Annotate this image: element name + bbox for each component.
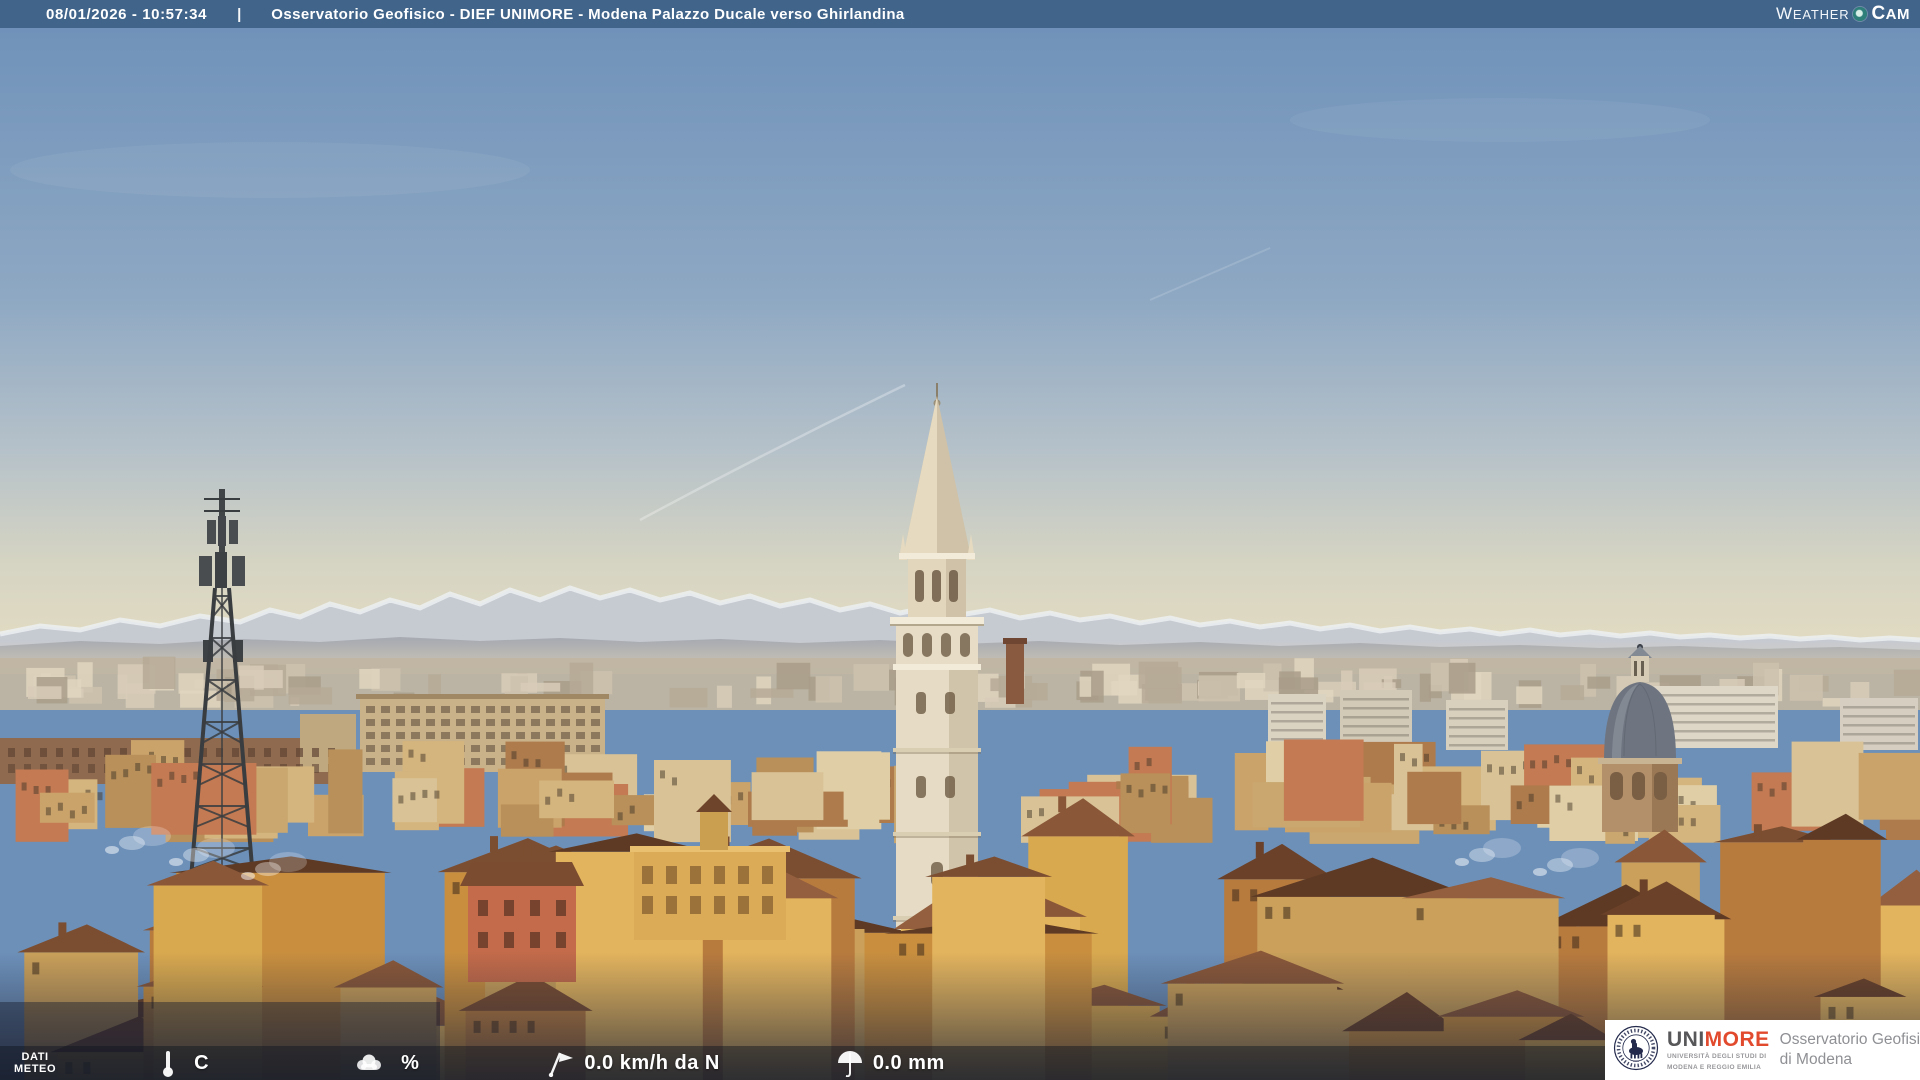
weathercam-logo-cam: CAM: [1871, 3, 1910, 24]
weathercam-logo: WEATHER CAM: [1776, 3, 1910, 25]
unimore-seal: [1613, 1025, 1659, 1076]
wind-vane-icon: [545, 1049, 575, 1077]
timestamp: 08/01/2026 - 10:57:34: [46, 5, 208, 23]
university-name-line1: UNIVERSITÀ DEGLI STUDI DI: [1667, 1052, 1767, 1060]
umbrella-icon: [836, 1049, 864, 1077]
osd-top-bar: 08/01/2026 - 10:57:34 | Osservatorio Geo…: [0, 0, 1920, 28]
unimore-wordmark-block: UNIMORE UNIVERSITÀ DEGLI STUDI DI MODENA…: [1667, 1029, 1770, 1072]
wind-readout: 0.0 km/h da N: [545, 1049, 719, 1077]
rain-value: 0.0 mm: [872, 1051, 945, 1074]
observatory-name: Osservatorio Geofisico di Modena: [1779, 1031, 1920, 1068]
weathercam-logo-weather: WEATHER: [1776, 4, 1850, 23]
temperature-unit: C: [194, 1051, 210, 1074]
rain-readout: 0.0 mm: [836, 1049, 945, 1077]
weathercam-logo-icon: [1853, 7, 1868, 21]
humidity-icon: [355, 1052, 383, 1074]
webcam-frame: 08/01/2026 - 10:57:34 | Osservatorio Geo…: [0, 0, 1920, 1080]
university-name-line2: MODENA E REGGIO EMILIA: [1667, 1063, 1762, 1071]
thermometer-icon: [160, 1048, 176, 1078]
unimore-wordmark: UNIMORE: [1667, 1027, 1770, 1051]
unimore-logo-box: UNIMORE UNIVERSITÀ DEGLI STUDI DI MODENA…: [1605, 1020, 1920, 1080]
wind-value: 0.0 km/h da N: [584, 1051, 720, 1074]
webcam-photo: [0, 0, 1920, 1080]
temperature-readout: C: [160, 1048, 209, 1078]
page-title: Osservatorio Geofisico - DIEF UNIMORE - …: [271, 5, 905, 23]
brick-tower: [1003, 638, 1027, 704]
separator: |: [237, 5, 242, 23]
humidity-readout: %: [355, 1052, 419, 1075]
weather-data-label: DATI METEO: [14, 1051, 57, 1075]
humidity-unit: %: [401, 1051, 420, 1074]
